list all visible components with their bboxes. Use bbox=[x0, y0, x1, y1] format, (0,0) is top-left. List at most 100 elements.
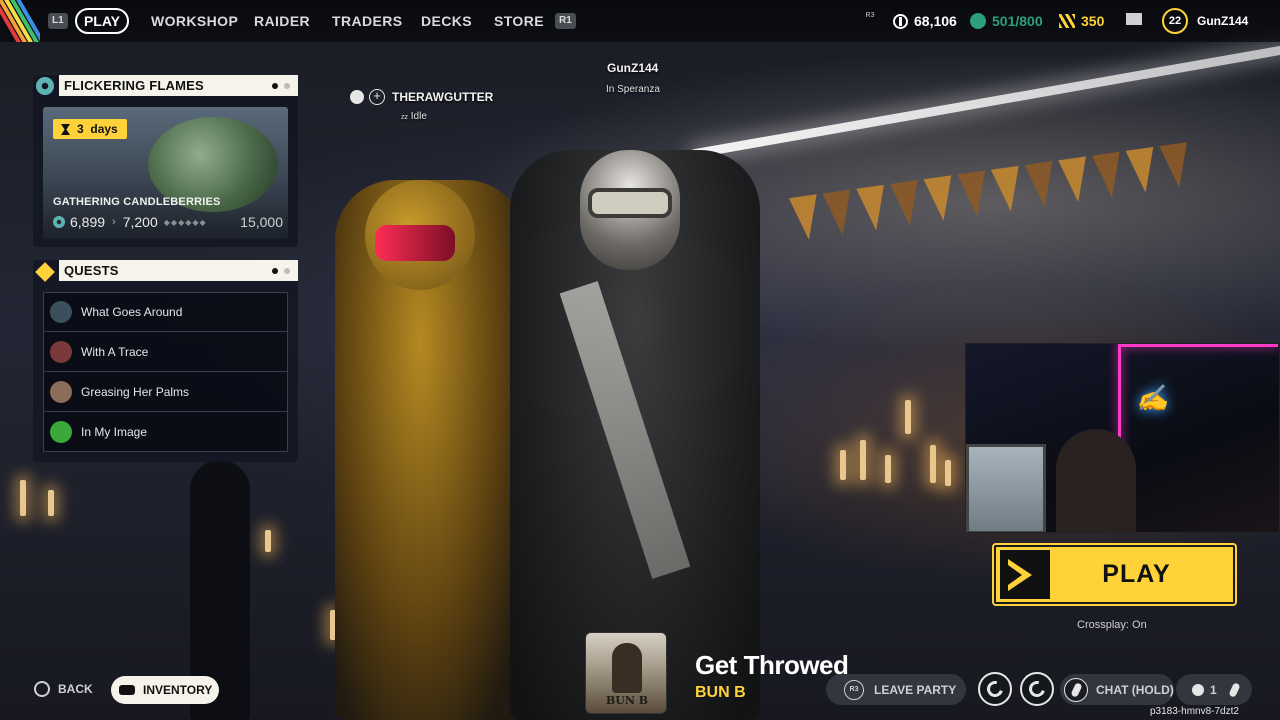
time-left-unit: days bbox=[90, 122, 118, 136]
album-artist-figure bbox=[612, 643, 642, 693]
credits-icon bbox=[970, 13, 986, 29]
r3-key-icon: R3 bbox=[865, 12, 875, 19]
tab-play[interactable]: PLAY bbox=[75, 8, 129, 34]
raider-character-gold-suit bbox=[335, 180, 525, 720]
event-next: 7,200 bbox=[122, 214, 158, 230]
seeds-icon bbox=[1059, 14, 1075, 28]
quest-label: In My Image bbox=[81, 424, 148, 439]
quest-label: With A Trace bbox=[81, 344, 149, 359]
event-points-icon bbox=[53, 216, 65, 228]
event-name: GATHERING CANDLEBERRIES bbox=[53, 196, 221, 208]
time-left-badge: 3 days bbox=[53, 119, 127, 139]
credits-value: 501/800 bbox=[992, 13, 1043, 29]
add-friend-icon[interactable]: + bbox=[369, 89, 385, 105]
rainbow-stripes-icon bbox=[0, 0, 40, 42]
event-panel-header: FLICKERING FLAMES bbox=[59, 75, 298, 96]
r3-key-icon: R3 bbox=[844, 679, 864, 700]
crown-icon bbox=[350, 90, 364, 104]
leave-party-button[interactable]: R3 LEAVE PARTY bbox=[826, 674, 966, 705]
touchpad-icon bbox=[119, 685, 135, 695]
raider-profile-button[interactable] bbox=[978, 672, 1012, 706]
chat-button[interactable]: CHAT (HOLD) bbox=[1060, 674, 1174, 705]
r1-key-hint: R1 bbox=[555, 13, 576, 29]
inventory-label: INVENTORY bbox=[143, 683, 213, 697]
page-dots bbox=[272, 268, 290, 274]
party-host-location: In Speranza bbox=[606, 84, 660, 95]
circle-button-icon bbox=[34, 681, 50, 697]
tab-store[interactable]: STORE bbox=[494, 13, 544, 29]
quest-giver-avatar bbox=[50, 340, 72, 363]
play-label: PLAY bbox=[1102, 560, 1171, 588]
party-count-button[interactable]: 1 bbox=[1176, 674, 1252, 705]
candle bbox=[840, 450, 846, 480]
coins-counter: 68,106 bbox=[893, 13, 957, 29]
tab-workshop[interactable]: WORKSHOP bbox=[151, 13, 238, 29]
seeds-counter: 350 bbox=[1059, 13, 1104, 29]
party-count: 1 bbox=[1210, 682, 1217, 697]
now-playing-artist: BUN B bbox=[695, 684, 746, 701]
seeds-value: 350 bbox=[1081, 13, 1105, 29]
member-status-text: Idle bbox=[410, 111, 427, 122]
l1-key-hint: L1 bbox=[48, 13, 68, 29]
gear-icon bbox=[36, 77, 54, 95]
quest-item-greasing-her-palms[interactable]: Greasing Her Palms bbox=[43, 372, 288, 412]
credits-counter: 501/800 bbox=[970, 13, 1043, 29]
light-beam bbox=[689, 42, 1280, 159]
tab-raider[interactable]: RAIDER bbox=[254, 13, 310, 29]
chevron-right-icon: › bbox=[112, 216, 116, 228]
candle bbox=[905, 400, 911, 434]
candle bbox=[930, 445, 936, 483]
mailbox-button[interactable] bbox=[1126, 13, 1142, 25]
quests-panel-header: QUESTS bbox=[59, 260, 298, 281]
mic-icon bbox=[1069, 681, 1083, 698]
sleep-icon: zz bbox=[401, 114, 408, 121]
mail-icon bbox=[1126, 13, 1142, 25]
neon-sign: ✍ bbox=[1136, 384, 1169, 414]
webcam-overlay: ✍ bbox=[965, 343, 1280, 533]
event-progress: 6,899 › 7,200 ◆◆◆◆◆◆ 15,000 bbox=[53, 214, 283, 230]
page-dots bbox=[272, 83, 290, 89]
candle bbox=[48, 490, 54, 516]
party-host-name: GunZ144 bbox=[607, 61, 659, 75]
mic-button-ring bbox=[1064, 677, 1088, 702]
progress-track: ◆◆◆◆◆◆ bbox=[163, 217, 207, 227]
quest-diamond-icon bbox=[35, 262, 55, 282]
bunting-flags bbox=[788, 142, 1194, 242]
album-cover-text: BUN B bbox=[605, 694, 649, 707]
streamer bbox=[1056, 429, 1136, 532]
player-name[interactable]: GunZ144 bbox=[1197, 14, 1248, 28]
raider-logo-icon bbox=[984, 678, 1006, 700]
party-member-status: zz Idle bbox=[401, 111, 427, 122]
monitor bbox=[966, 444, 1046, 532]
party-member-button[interactable] bbox=[1020, 672, 1054, 706]
quest-giver-avatar bbox=[50, 380, 72, 403]
top-nav-bar: L1 PLAY WORKSHOP RAIDER TRADERS DECKS ST… bbox=[0, 0, 1280, 42]
tab-traders[interactable]: TRADERS bbox=[332, 13, 402, 29]
quest-label: What Goes Around bbox=[81, 305, 183, 319]
quest-item-with-a-trace[interactable]: With A Trace bbox=[43, 332, 288, 372]
quest-giver-avatar bbox=[50, 420, 72, 443]
tab-decks[interactable]: DECKS bbox=[421, 13, 472, 29]
time-left-value: 3 bbox=[77, 122, 84, 136]
people-icon bbox=[1192, 683, 1204, 696]
quest-item-in-my-image[interactable]: In My Image bbox=[43, 412, 288, 452]
back-button[interactable]: BACK bbox=[34, 681, 93, 697]
player-level-badge: 22 bbox=[1162, 8, 1188, 34]
inventory-button[interactable]: INVENTORY bbox=[111, 676, 219, 704]
candle bbox=[265, 530, 271, 552]
candle bbox=[860, 440, 866, 480]
play-button[interactable]: PLAY bbox=[992, 543, 1237, 606]
quest-label: Greasing Her Palms bbox=[81, 384, 190, 399]
album-cover: BUN B bbox=[585, 632, 667, 714]
event-card[interactable]: 3 days GATHERING CANDLEBERRIES 6,899 › 7… bbox=[43, 107, 288, 239]
raider-logo-icon bbox=[1026, 678, 1048, 700]
event-title: FLICKERING FLAMES bbox=[64, 78, 204, 93]
quests-title: QUESTS bbox=[64, 263, 119, 278]
party-member-name[interactable]: THERAWGUTTER bbox=[392, 90, 493, 104]
crossplay-status: Crossplay: On bbox=[1077, 619, 1147, 631]
hourglass-icon bbox=[61, 124, 70, 135]
quest-item-what-goes-around[interactable]: What Goes Around bbox=[43, 292, 288, 332]
event-current: 6,899 bbox=[70, 214, 106, 230]
candle bbox=[885, 455, 891, 483]
candle bbox=[20, 480, 26, 516]
